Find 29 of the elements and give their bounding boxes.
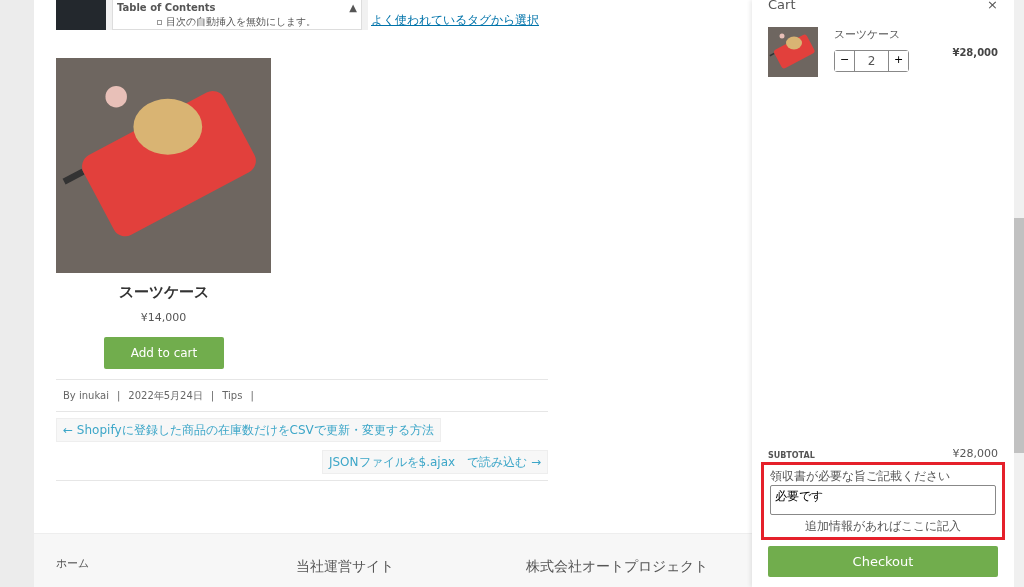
note-field[interactable]: 必要です bbox=[770, 485, 996, 515]
product-price: ¥14,000 bbox=[139, 309, 188, 326]
footer-link[interactable]: ホーム bbox=[56, 556, 296, 587]
panel-title: Table of Contents bbox=[117, 2, 216, 14]
checkbox-label: 目次の自動挿入を無効にします。 bbox=[166, 16, 316, 28]
tag-link[interactable]: よく使われているタグから選択 bbox=[368, 0, 548, 30]
cart-item-price: ¥28,000 bbox=[952, 45, 998, 60]
post-meta[interactable]: Tips bbox=[222, 388, 243, 403]
toggle-icon[interactable]: ▲ bbox=[349, 2, 357, 14]
meta-separator: | bbox=[210, 389, 215, 403]
subtotal-label: SUBTOTAL bbox=[768, 450, 815, 462]
meta-separator: | bbox=[116, 389, 121, 403]
close-icon[interactable]: × bbox=[987, 0, 998, 11]
footer-link[interactable]: 株式会社オートプロジェクト bbox=[526, 556, 736, 587]
meta-separator: | bbox=[250, 389, 254, 403]
scrollbar-thumb[interactable] bbox=[1014, 218, 1024, 453]
quantity-stepper[interactable]: − 2 + bbox=[834, 49, 909, 72]
note-label: 領収書が必要な旨ご記載ください bbox=[770, 468, 951, 485]
cart-item-name: スーツケース bbox=[834, 27, 901, 43]
footer-link[interactable]: 当社運営サイト bbox=[296, 556, 526, 587]
note-hint: 追加情報があればここに記入 bbox=[804, 518, 962, 535]
cart-title: Cart bbox=[768, 0, 796, 11]
product-thumbnail bbox=[768, 27, 818, 77]
subtotal-value: ¥28,000 bbox=[952, 445, 998, 462]
product-name: スーツケース bbox=[117, 282, 210, 303]
dark-sidebar bbox=[56, 0, 106, 30]
post-meta: By inukai bbox=[63, 389, 109, 403]
post-meta[interactable]: 2022年5月24日 bbox=[128, 388, 203, 403]
checkbox[interactable] bbox=[157, 19, 162, 25]
